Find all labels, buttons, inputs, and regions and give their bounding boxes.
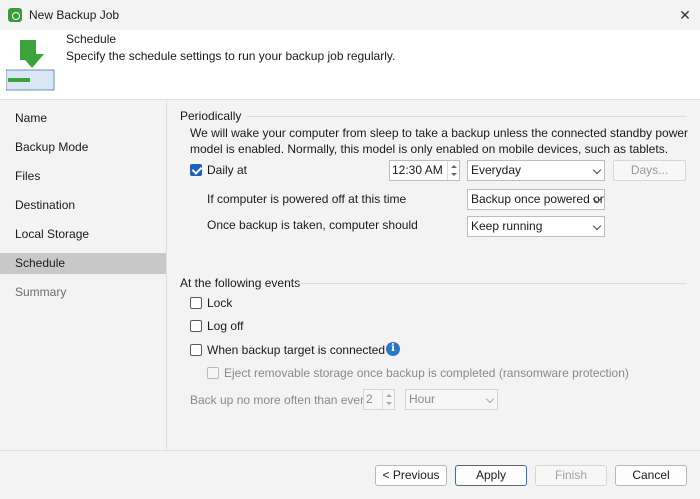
daily-at-checkbox[interactable]: [190, 164, 202, 176]
close-button[interactable]: ✕: [670, 0, 700, 30]
lock-checkbox[interactable]: [190, 297, 202, 309]
info-icon[interactable]: i: [386, 342, 400, 356]
wake-note: We will wake your computer from sleep to…: [190, 126, 689, 156]
limit-unit-select: Hour: [405, 389, 498, 410]
frequency-select[interactable]: Everyday: [467, 160, 605, 181]
header-title: Schedule: [66, 32, 117, 46]
powered-off-select[interactable]: Backup once powered on: [467, 189, 605, 210]
after-backup-label: Once backup is taken, computer should: [207, 218, 418, 232]
sidebar-item-backup-mode[interactable]: Backup Mode: [0, 137, 166, 158]
after-backup-select[interactable]: Keep running: [467, 216, 605, 237]
cancel-button[interactable]: Cancel: [615, 465, 687, 486]
days-button: Days...: [613, 160, 686, 181]
sidebar-item-name[interactable]: Name: [0, 108, 166, 129]
powered-off-value: Backup once powered on: [471, 192, 605, 206]
frequency-value: Everyday: [471, 163, 522, 177]
eject-label: Eject removable storage once backup is c…: [224, 366, 629, 380]
wizard-steps-sidebar: Name Backup Mode Files Destination Local…: [0, 100, 167, 450]
lock-label: Lock: [207, 296, 233, 310]
logoff-checkbox[interactable]: [190, 320, 202, 332]
limit-spinner: [382, 390, 394, 409]
sidebar-item-destination[interactable]: Destination: [0, 195, 166, 216]
target-connected-label: When backup target is connected: [207, 343, 386, 357]
schedule-panel: Periodically We will wake your computer …: [167, 100, 700, 450]
apply-button[interactable]: Apply: [455, 465, 527, 486]
periodically-separator: [247, 116, 687, 117]
finish-button: Finish: [535, 465, 607, 486]
eject-checkbox: [207, 367, 219, 379]
daily-time-value: 12:30 AM: [392, 163, 443, 177]
wizard-header: Schedule Specify the schedule settings t…: [0, 30, 700, 100]
window-title: New Backup Job: [29, 8, 120, 22]
sidebar-item-schedule[interactable]: Schedule: [0, 253, 166, 274]
close-icon: ✕: [679, 6, 691, 23]
events-separator: [297, 283, 687, 284]
header-description: Specify the schedule settings to run you…: [66, 49, 396, 63]
sidebar-item-files[interactable]: Files: [0, 166, 166, 187]
sidebar-item-local-storage[interactable]: Local Storage: [0, 224, 166, 245]
download-arrow-icon: [6, 40, 55, 91]
limit-value-input: 2: [363, 389, 395, 410]
limit-value: 2: [366, 392, 373, 406]
events-group-label: At the following events: [180, 276, 301, 290]
previous-button[interactable]: < Previous: [375, 465, 447, 486]
powered-off-label: If computer is powered off at this time: [207, 192, 407, 206]
limit-label: Back up no more often than every: [190, 393, 371, 407]
chevron-down-icon: [485, 394, 495, 404]
chevron-down-icon: [592, 165, 602, 175]
logoff-label: Log off: [207, 319, 244, 333]
backup-app-icon: [8, 8, 22, 22]
wizard-footer: < Previous Apply Finish Cancel: [0, 450, 700, 499]
periodically-group-label: Periodically: [180, 109, 242, 123]
daily-time-input[interactable]: 12:30 AM: [389, 160, 460, 181]
chevron-down-icon: [592, 221, 602, 231]
daily-at-label: Daily at: [207, 163, 248, 177]
after-backup-value: Keep running: [471, 219, 543, 233]
sidebar-item-summary: Summary: [15, 285, 67, 299]
title-bar: New Backup Job ✕: [0, 0, 700, 30]
target-connected-checkbox[interactable]: [190, 344, 202, 356]
limit-unit-value: Hour: [409, 392, 436, 406]
time-spinner[interactable]: [447, 161, 459, 180]
